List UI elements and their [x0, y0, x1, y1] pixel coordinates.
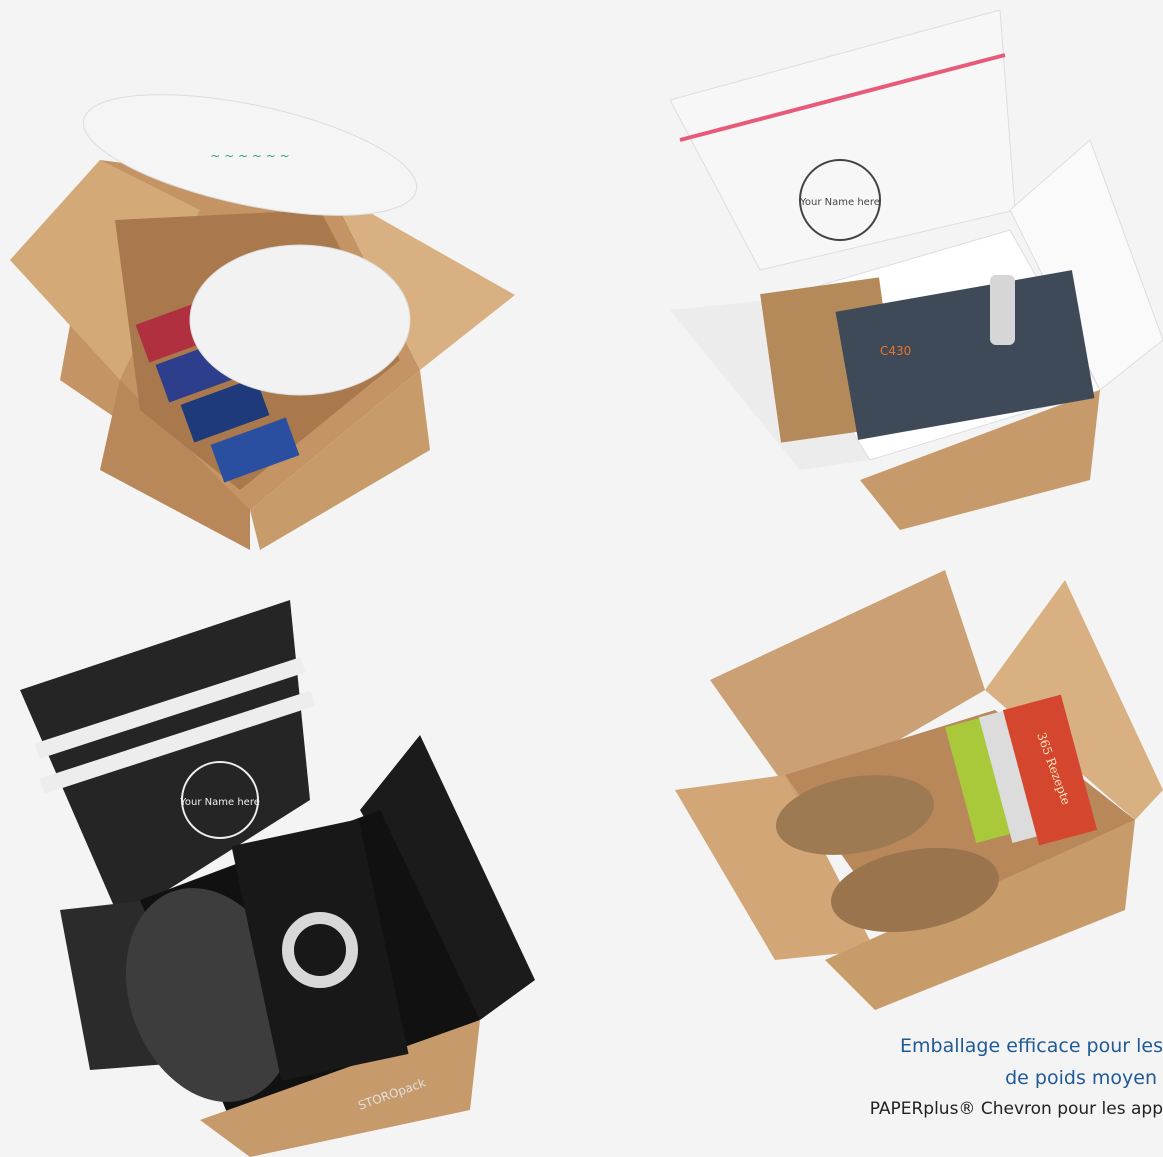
product-photo-grid: ~ ~ ~ ~ ~ ~ Your Name here C430 Your Nam… — [0, 0, 1163, 1157]
svg-text:~ ~ ~ ~ ~ ~: ~ ~ ~ ~ ~ ~ — [210, 149, 289, 163]
product-label: C430 — [880, 344, 911, 358]
caption: Emballage efficace pour les de poids moy… — [743, 1030, 1163, 1124]
custom-print-label: Your Name here — [179, 797, 260, 808]
caption-body: PAPERplus® Chevron pour les app — [743, 1094, 1163, 1124]
caption-title-line-1: Emballage efficace pour les — [900, 1035, 1163, 1057]
caption-title: Emballage efficace pour les de poids moy… — [743, 1030, 1163, 1094]
photo-box-air-cushions: ~ ~ ~ ~ ~ ~ — [10, 94, 515, 550]
photo-box-kraft-books: 365 Rezepte — [675, 570, 1163, 1010]
photo-box-black-headphones: Your Name here STOROpack — [20, 600, 535, 1157]
custom-print-label: Your Name here — [799, 197, 880, 208]
caption-title-line-2: de poids moyen — [1005, 1067, 1157, 1089]
caption-body-line-1: PAPERplus® Chevron pour les app — [869, 1099, 1163, 1119]
photo-box-printed-paper: Your Name here C430 — [670, 10, 1163, 530]
